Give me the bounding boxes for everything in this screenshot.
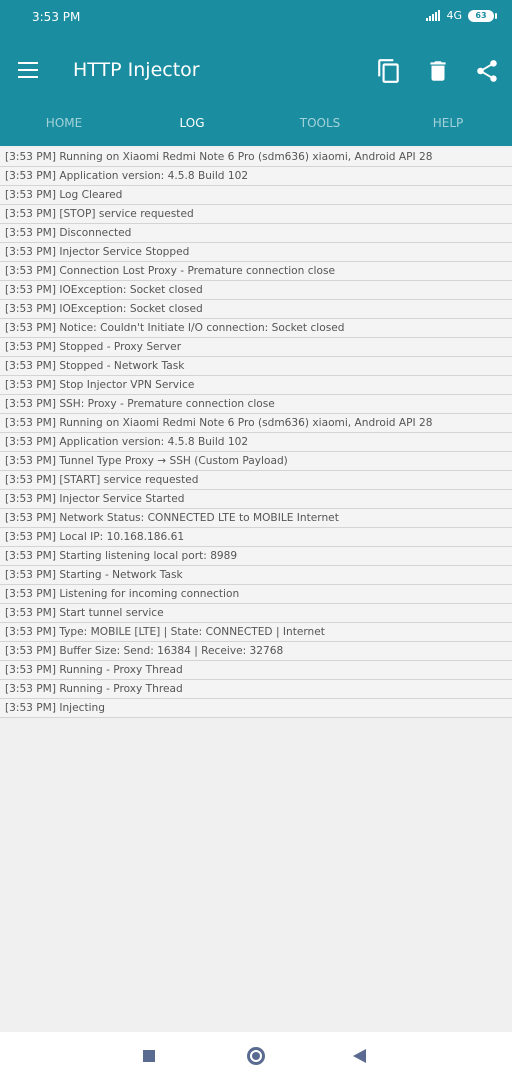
log-entry: [3:53 PM] Disconnected (0, 224, 512, 243)
battery-level: 63 (475, 11, 487, 20)
log-entry: [3:53 PM] Running on Xiaomi Redmi Note 6… (0, 414, 512, 433)
log-entry: [3:53 PM] Listening for incoming connect… (0, 585, 512, 604)
log-entry: [3:53 PM] IOException: Socket closed (0, 281, 512, 300)
log-entry: [3:53 PM] Stopped - Network Task (0, 357, 512, 376)
tab-tools[interactable]: TOOLS (256, 100, 384, 146)
back-icon[interactable] (353, 1049, 366, 1063)
log-entry: [3:53 PM] Tunnel Type Proxy → SSH (Custo… (0, 452, 512, 471)
log-entry: [3:53 PM] Log Cleared (0, 186, 512, 205)
app-title: HTTP Injector (73, 59, 200, 81)
delete-icon[interactable] (425, 58, 451, 84)
log-entry: [3:53 PM] Stop Injector VPN Service (0, 376, 512, 395)
log-entry: [3:53 PM] Running on Xiaomi Redmi Note 6… (0, 148, 512, 167)
log-entry: [3:53 PM] Injector Service Stopped (0, 243, 512, 262)
battery-icon: 63 (468, 9, 497, 22)
log-entry: [3:53 PM] Injector Service Started (0, 490, 512, 509)
log-entry: [3:53 PM] Notice: Couldn't Initiate I/O … (0, 319, 512, 338)
system-nav-bar (0, 1032, 512, 1080)
tab-home[interactable]: HOME (0, 100, 128, 146)
app-toolbar: HTTP Injector (0, 42, 512, 100)
log-entry: [3:53 PM] Connection Lost Proxy - Premat… (0, 262, 512, 281)
log-entry: [3:53 PM] Application version: 4.5.8 Bui… (0, 167, 512, 186)
tab-log[interactable]: LOG (128, 100, 256, 146)
log-entry: [3:53 PM] Running - Proxy Thread (0, 661, 512, 680)
log-entry: [3:53 PM] Local IP: 10.168.186.61 (0, 528, 512, 547)
log-entry: [3:53 PM] IOException: Socket closed (0, 300, 512, 319)
log-entry: [3:53 PM] SSH: Proxy - Premature connect… (0, 395, 512, 414)
log-entry: [3:53 PM] Application version: 4.5.8 Bui… (0, 433, 512, 452)
log-list[interactable]: [3:53 PM] Running on Xiaomi Redmi Note 6… (0, 148, 512, 718)
log-entry: [3:53 PM] Start tunnel service (0, 604, 512, 623)
tab-bar: HOME LOG TOOLS HELP (0, 100, 512, 146)
log-entry: [3:53 PM] Starting listening local port:… (0, 547, 512, 566)
status-indicators: 4G 63 (426, 9, 497, 22)
share-icon[interactable] (474, 58, 500, 84)
log-entry: [3:53 PM] Network Status: CONNECTED LTE … (0, 509, 512, 528)
network-type: 4G (446, 9, 462, 22)
status-bar: 3:53 PM 4G 63 (0, 0, 512, 42)
signal-icon (426, 10, 441, 21)
log-entry: [3:53 PM] Injecting (0, 699, 512, 718)
status-time: 3:53 PM (32, 10, 81, 24)
log-entry: [3:53 PM] Running - Proxy Thread (0, 680, 512, 699)
copy-icon[interactable] (376, 58, 402, 84)
log-entry: [3:53 PM] Stopped - Proxy Server (0, 338, 512, 357)
log-entry: [3:53 PM] Type: MOBILE [LTE] | State: CO… (0, 623, 512, 642)
log-entry: [3:53 PM] Starting - Network Task (0, 566, 512, 585)
tab-help[interactable]: HELP (384, 100, 512, 146)
home-icon[interactable] (247, 1047, 265, 1065)
log-entry: [3:53 PM] [START] service requested (0, 471, 512, 490)
menu-icon[interactable] (18, 62, 38, 78)
log-entry: [3:53 PM] Buffer Size: Send: 16384 | Rec… (0, 642, 512, 661)
recent-apps-icon[interactable] (143, 1050, 155, 1062)
log-entry: [3:53 PM] [STOP] service requested (0, 205, 512, 224)
